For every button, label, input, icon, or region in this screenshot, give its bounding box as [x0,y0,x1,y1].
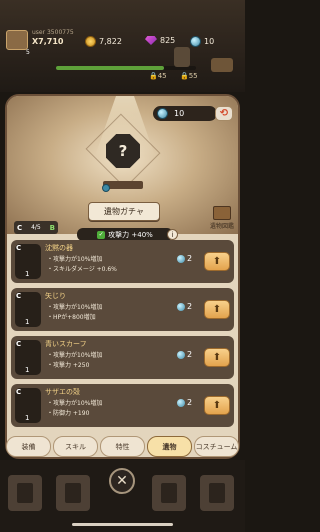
gacha-currency: 10 [153,106,217,121]
relic-row[interactable]: C 1 矢じり ・攻撃力が10%増加 ・HPが+800増加 2 ⬆ [11,288,234,331]
top-status-bar: user 3500775 X7,710 5 7,822 825 10 🔒45 🔒… [0,0,245,92]
relic-encyclopedia-button[interactable]: 遺物図鑑 [207,206,237,236]
relic-row[interactable]: C 1 サザエの殻 ・攻撃力が10%増加 ・防御力 +190 2 ⬆ [11,384,234,427]
combat-power: X7,710 [32,37,64,46]
relic-effect-2: ・攻撃力 +250 [47,362,90,369]
nav-equipment-button[interactable] [8,475,42,511]
pet-icon [161,483,177,503]
orb-counter[interactable]: 10 [190,36,214,47]
relic-row[interactable]: C 1 青いスカーフ ・攻撃力が10%増加 ・攻撃力 +250 2 ⬆ [11,336,234,379]
nav-shop-button[interactable] [200,475,234,511]
tab-relics[interactable]: 遺物 [147,436,192,457]
orb-icon [177,254,185,263]
player-name: user 3500775 [32,29,74,36]
relic-owned-count: 2 [177,398,192,407]
relic-icon: C 1 [15,244,41,279]
relic-row[interactable]: C 1 沈黙の器 ・攻撃力が10%増加 ・スキルダメージ +0.6% 2 ⬆ [11,240,234,283]
nav-pet-button[interactable] [152,475,186,511]
shop-icon [209,483,225,503]
tab-traits[interactable]: 特性 [100,436,145,457]
relic-effect-1: ・攻撃力が10%増加 [47,352,103,359]
category-tabs: 装備 スキル 特性 遺物 コスチューム [6,436,239,457]
gem-icon [145,36,157,45]
experience-bar-fill [56,66,164,70]
coin-counter[interactable]: 7,822 [85,36,122,47]
upgrade-button[interactable]: ⬆ [204,300,230,319]
relic-name: 矢じり [45,292,66,300]
orb-icon [177,350,185,359]
gem-counter[interactable]: 825 [145,36,175,45]
relic-name: 青いスカーフ [45,340,87,348]
tab-equipment[interactable]: 装備 [6,436,51,457]
relic-slot-progress: C 4/5 B [14,221,58,234]
relic-icon: C 1 [15,340,41,375]
relic-owned-count: 2 [177,350,192,359]
relic-owned-count: 2 [177,302,192,311]
player-avatar[interactable] [6,30,28,50]
check-icon: ✓ [97,230,106,239]
book-icon [213,206,231,220]
relic-effect-1: ・攻撃力が10%増加 [47,304,103,311]
refresh-button[interactable]: ⟲ [215,106,233,121]
orb-icon [190,36,201,47]
gacha-area: 10 ⟲ ? 遺物ガチャ 遺物図鑑 [7,96,238,234]
relic-effect-2: ・防御力 +190 [47,410,90,417]
relic-name: サザエの殻 [45,388,80,396]
relic-icon: C 1 [15,388,41,423]
relic-effect-2: ・HPが+800増加 [47,314,96,321]
tab-costume[interactable]: コスチューム [194,436,239,457]
relic-panel: 10 ⟲ ? 遺物ガチャ 遺物図鑑 C 4/5 B ✓ 攻撃力 +40% i C… [5,94,240,459]
upgrade-button[interactable]: ⬆ [204,252,230,271]
upgrade-button[interactable]: ⬆ [204,396,230,415]
mystery-relic-icon[interactable]: ? [106,134,140,168]
close-button[interactable]: ✕ [109,468,135,494]
relic-effect-2: ・スキルダメージ +0.6% [47,266,117,273]
shop-icon[interactable] [211,58,233,72]
orb-icon [177,302,185,311]
pedestal-orb-icon [102,184,110,192]
bottom-navigation: ✕ [0,460,245,532]
orb-icon [177,398,185,407]
player-level: 5 [26,49,30,56]
home-indicator [72,523,173,526]
relic-name: 沈黙の器 [45,244,73,252]
locked-feature-right: 🔒55 [180,72,198,80]
tab-skills[interactable]: スキル [53,436,98,457]
relic-effect-1: ・攻撃力が10%増加 [47,400,103,407]
side-menu-icon[interactable] [174,47,190,67]
nav-cards-button[interactable] [56,475,90,511]
info-icon[interactable]: i [167,229,178,240]
locked-feature-left: 🔒45 [149,72,167,80]
coin-icon [85,36,96,47]
orb-icon [157,108,168,119]
relic-owned-count: 2 [177,254,192,263]
relic-gacha-button[interactable]: 遺物ガチャ [88,202,160,221]
upgrade-button[interactable]: ⬆ [204,348,230,367]
card-icon [65,483,81,503]
relic-icon: C 1 [15,292,41,327]
relic-effect-1: ・攻撃力が10%増加 [47,256,103,263]
armor-icon [17,483,33,503]
